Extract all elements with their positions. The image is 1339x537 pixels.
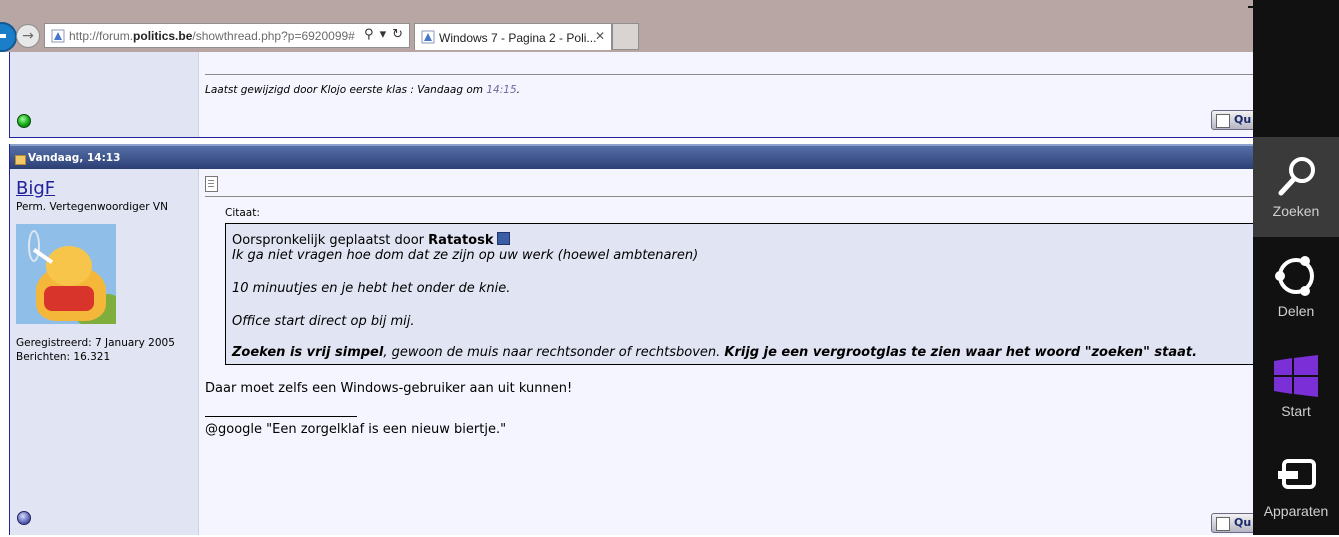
post-message-column: Laatst gewijzigd door Klojo eerste klas … (198, 52, 1253, 137)
quote-button[interactable]: Qu (1211, 513, 1253, 533)
charm-label: Apparaten (1263, 503, 1329, 519)
post-message-column: Citaat: Oorspronkelijk geplaatst door Ra… (198, 169, 1253, 535)
divider (205, 74, 1253, 75)
close-tab-icon[interactable]: ✕ (595, 29, 605, 43)
tab-favicon-icon (421, 30, 435, 44)
post-count: Berichten: 16.321 (16, 351, 111, 363)
document-icon (205, 176, 218, 192)
view-post-icon[interactable] (497, 232, 511, 245)
back-button[interactable] (0, 22, 17, 52)
quote-origin: Oorspronkelijk geplaatst door Ratatosk (232, 232, 511, 248)
post-userinfo-column (10, 52, 198, 137)
page-content: Laatst gewijzigd door Klojo eerste klas … (0, 52, 1253, 535)
user-title: Perm. Vertegenwoordiger VN (16, 201, 168, 213)
new-tab-button[interactable] (612, 23, 639, 50)
avatar (16, 224, 116, 324)
charm-share[interactable]: Delen (1253, 237, 1339, 337)
offline-status-icon (17, 511, 31, 525)
post-icon (15, 155, 26, 165)
forward-button[interactable]: → (16, 24, 40, 48)
charm-label: Zoeken (1272, 203, 1320, 219)
dropdown-arrow-icon[interactable]: ▾ (380, 27, 387, 42)
divider (205, 196, 1253, 197)
site-favicon-icon (51, 29, 65, 43)
forum-post-previous: Laatst gewijzigd door Klojo eerste klas … (9, 52, 1253, 138)
quote-line: Zoeken is vrij simpel, gewoon de muis na… (232, 345, 1198, 360)
share-icon (1275, 256, 1314, 296)
search-icon (1278, 157, 1315, 196)
address-bar[interactable]: http://forum.politics.be/showthread.php?… (44, 23, 410, 48)
quote-line: Office start direct op bij mij. (232, 314, 415, 329)
quote-author: Ratatosk (428, 233, 494, 248)
username-link[interactable]: BigF (16, 178, 55, 199)
refresh-icon[interactable]: ↻ (392, 27, 403, 42)
windows-logo-icon (1274, 355, 1318, 397)
tab-title: Windows 7 - Pagina 2 - Poli... (439, 31, 597, 45)
devices-icon (1274, 459, 1316, 489)
quote-label: Citaat: (225, 207, 260, 219)
post-header: Vandaag, 14:13 (10, 144, 1253, 169)
post-date: Vandaag, 14:13 (28, 152, 121, 164)
charm-start[interactable]: Start (1253, 337, 1339, 437)
last-edited-note: Laatst gewijzigd door Klojo eerste klas … (205, 84, 520, 96)
search-icon[interactable]: ⚲ (364, 27, 374, 42)
signature-text: @google "Een zorgelklaf is een nieuw bie… (205, 422, 507, 437)
charm-devices[interactable]: Apparaten (1253, 437, 1339, 537)
signature-divider (205, 416, 357, 417)
registration-date: Geregistreerd: 7 January 2005 (16, 337, 175, 349)
quote-line: Ik ga niet vragen hoe dom dat ze zijn op… (232, 248, 699, 263)
quote-block: Oorspronkelijk geplaatst door Ratatosk I… (225, 223, 1253, 365)
quote-button[interactable]: Qu (1211, 110, 1253, 130)
quote-line: 10 minuutjes en je hebt het onder de kni… (232, 281, 511, 296)
post-body-text: Daar moet zelfs een Windows-gebruiker aa… (205, 381, 573, 396)
charm-label: Start (1281, 403, 1311, 419)
forum-post: Vandaag, 14:13 BigF Perm. Vertegenwoordi… (9, 144, 1253, 535)
address-tools: ⚲ ▾ ↻ (358, 27, 403, 42)
charm-label: Delen (1277, 303, 1315, 319)
browser-tab[interactable]: Windows 7 - Pagina 2 - Poli... ✕ (414, 23, 612, 50)
browser-toolbar: → http://forum.politics.be/showthread.ph… (0, 0, 1253, 52)
charms-bar: Zoeken Delen Start Apparaten (1253, 0, 1339, 535)
post-userinfo-column: BigF Perm. Vertegenwoordiger VN Geregist… (10, 169, 198, 535)
online-status-icon (17, 114, 31, 128)
charm-search[interactable]: Zoeken (1253, 137, 1339, 237)
address-url[interactable]: http://forum.politics.be/showthread.php?… (69, 29, 355, 43)
